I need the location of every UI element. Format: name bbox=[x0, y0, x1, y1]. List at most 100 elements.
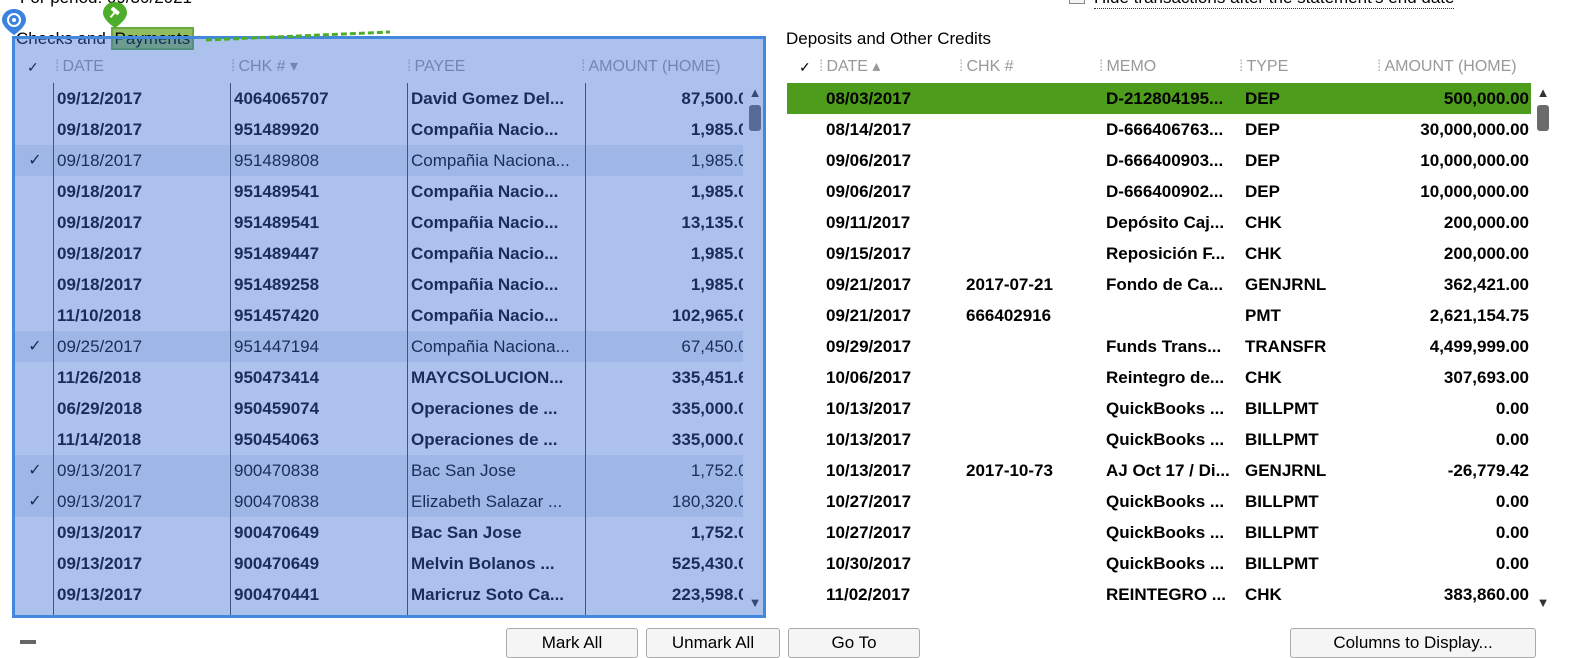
table-row[interactable]: 09/12/2017 4064065707 David Gomez Del... 87… bbox=[15, 83, 743, 114]
table-row[interactable]: 09/15/2017 Reposición F... CHK 200,000.00 bbox=[787, 238, 1531, 269]
table-row[interactable]: 09/06/2017 D-666400903... DEP 10,000,000.00 bbox=[787, 145, 1531, 176]
row-check-mark[interactable] bbox=[793, 300, 819, 331]
table-row[interactable]: 11/02/2017 REINTEGRO ... CHK 383,860.00 bbox=[787, 579, 1531, 610]
chk-column-header[interactable]: ⁞ CHK # bbox=[959, 52, 1014, 82]
row-check-mark[interactable] bbox=[793, 486, 819, 517]
table-row[interactable]: 10/27/2017 QuickBooks ... BILLPMT 0.00 bbox=[787, 486, 1531, 517]
check-column-header[interactable]: ✓ bbox=[799, 52, 811, 82]
table-row[interactable]: 09/18/2017 951489258 Compañia Nacio... 1,98… bbox=[15, 269, 743, 300]
scroll-up-icon[interactable]: ▲ bbox=[1535, 85, 1551, 101]
scroll-up-icon[interactable]: ▲ bbox=[747, 85, 763, 101]
date-column-header[interactable]: ⁞ DATE bbox=[55, 52, 104, 82]
table-row[interactable]: 10/30/2017 QuickBooks ... BILLPMT 0.00 bbox=[787, 548, 1531, 579]
row-chk-number: 2017-10-73 bbox=[966, 461, 1053, 480]
row-check-mark[interactable]: ✓ bbox=[21, 486, 49, 517]
table-row[interactable]: 11/14/2018 950454063 Operaciones de ... 335… bbox=[15, 424, 743, 455]
table-row[interactable]: 10/06/2017 Reintegro de... CHK 307,693.00 bbox=[787, 362, 1531, 393]
row-check-mark[interactable] bbox=[793, 114, 819, 145]
row-check-mark[interactable]: ✓ bbox=[21, 145, 49, 176]
row-check-mark[interactable] bbox=[793, 269, 819, 300]
row-check-mark[interactable] bbox=[21, 114, 49, 145]
table-row[interactable]: ✓ 09/18/2017 951489808 Compañia Naciona... 1… bbox=[15, 145, 743, 176]
row-check-mark[interactable] bbox=[21, 176, 49, 207]
table-row[interactable]: 09/18/2017 951489920 Compañia Nacio... 1,98… bbox=[15, 114, 743, 145]
table-row[interactable]: 09/21/2017 2017-07-21 Fondo de Ca... GENJRN… bbox=[787, 269, 1531, 300]
row-check-mark[interactable] bbox=[793, 207, 819, 238]
row-check-mark[interactable] bbox=[21, 424, 49, 455]
table-row[interactable]: 09/21/2017 666402916 PMT 2,621,154.75 bbox=[787, 300, 1531, 331]
row-chk-number: 951457420 bbox=[234, 306, 320, 325]
row-check-mark[interactable] bbox=[21, 207, 49, 238]
mark-all-button[interactable]: Mark All bbox=[506, 628, 638, 658]
row-check-mark[interactable] bbox=[21, 238, 49, 269]
table-row[interactable]: 09/18/2017 951489541 Compañia Nacio... 13,1… bbox=[15, 207, 743, 238]
row-check-mark[interactable] bbox=[793, 362, 819, 393]
row-check-mark[interactable] bbox=[793, 145, 819, 176]
scroll-down-icon[interactable]: ▼ bbox=[747, 595, 763, 611]
table-row[interactable]: 10/13/2017 QuickBooks ... BILLPMT 0.00 bbox=[787, 424, 1531, 455]
table-row[interactable]: 08/14/2017 D-666406763... DEP 30,000,000.00 bbox=[787, 114, 1531, 145]
table-row[interactable]: 09/13/2017 900470441 Maricruz Soto Ca... 22… bbox=[15, 579, 743, 610]
payee-column-header[interactable]: ⁞ PAYEE bbox=[407, 52, 465, 82]
hide-transactions-label[interactable]: Hide transactions after the statement's … bbox=[1094, 0, 1455, 9]
row-check-mark[interactable] bbox=[21, 393, 49, 424]
columns-to-display-button[interactable]: Columns to Display... bbox=[1290, 628, 1536, 658]
table-row[interactable]: 11/10/2018 951457420 Compañia Nacio... 102,… bbox=[15, 300, 743, 331]
table-row[interactable]: ✓ 09/13/2017 900470838 Elizabeth Salazar ..… bbox=[15, 486, 743, 517]
row-memo: D-666406763... bbox=[1106, 120, 1224, 139]
table-row[interactable]: 08/03/2017 D-212804195... DEP 500,000.00 bbox=[787, 83, 1531, 114]
scroll-thumb[interactable] bbox=[1537, 105, 1549, 131]
table-row[interactable]: ✓ 09/25/2017 951447194 Compañia Naciona... 6… bbox=[15, 331, 743, 362]
table-row[interactable]: 10/27/2017 QuickBooks ... BILLPMT 0.00 bbox=[787, 517, 1531, 548]
checks-scrollbar[interactable]: ▲ ▼ bbox=[745, 83, 765, 615]
row-check-mark[interactable] bbox=[793, 517, 819, 548]
amount-column-header[interactable]: ⁞ AMOUNT (HOME) bbox=[1377, 52, 1517, 82]
row-date: 10/13/2017 bbox=[826, 430, 912, 449]
row-memo: D-666400902... bbox=[1106, 182, 1224, 201]
deposits-scrollbar[interactable]: ▲ ▼ bbox=[1533, 83, 1553, 615]
row-check-mark[interactable] bbox=[793, 548, 819, 579]
row-check-mark[interactable] bbox=[793, 579, 819, 610]
row-check-mark[interactable]: ✓ bbox=[21, 331, 49, 362]
amount-column-header[interactable]: ⁞ AMOUNT (HOME) bbox=[581, 52, 721, 82]
row-check-mark[interactable] bbox=[21, 579, 49, 610]
row-check-mark[interactable] bbox=[793, 424, 819, 455]
table-row[interactable]: 09/13/2017 900470649 Bac San Jose 1,752.00 bbox=[15, 517, 743, 548]
date-column-header[interactable]: ⁞ DATE ▴ bbox=[819, 52, 880, 82]
row-check-mark[interactable] bbox=[21, 517, 49, 548]
row-check-mark[interactable] bbox=[793, 455, 819, 486]
row-check-mark[interactable] bbox=[21, 548, 49, 579]
table-row[interactable]: ✓ 09/13/2017 900470838 Bac San Jose 1,752.00 bbox=[15, 455, 743, 486]
table-row[interactable]: 09/13/2017 900470649 Melvin Bolanos ... 525… bbox=[15, 548, 743, 579]
go-to-button[interactable]: Go To bbox=[788, 628, 920, 658]
row-check-mark[interactable] bbox=[793, 238, 819, 269]
memo-column-header[interactable]: ⁞ MEMO bbox=[1099, 52, 1156, 82]
chk-column-header[interactable]: ⁞ CHK # ▾ bbox=[231, 52, 298, 82]
row-date: 09/18/2017 bbox=[57, 213, 143, 232]
scroll-down-icon[interactable]: ▼ bbox=[1535, 595, 1551, 611]
row-check-mark[interactable] bbox=[21, 362, 49, 393]
row-check-mark[interactable]: ✓ bbox=[21, 455, 49, 486]
table-row[interactable]: 09/06/2017 D-666400902... DEP 10,000,000.00 bbox=[787, 176, 1531, 207]
hide-transactions-checkbox[interactable] bbox=[1069, 0, 1085, 4]
row-check-mark[interactable] bbox=[21, 83, 49, 114]
table-row[interactable]: 09/18/2017 951489447 Compañia Nacio... 1,98… bbox=[15, 238, 743, 269]
row-check-mark[interactable] bbox=[793, 83, 819, 114]
table-row[interactable]: 10/13/2017 2017-10-73 AJ Oct 17 / Di... GEN… bbox=[787, 455, 1531, 486]
type-column-header[interactable]: ⁞ TYPE bbox=[1239, 52, 1288, 82]
table-row[interactable]: 10/13/2017 QuickBooks ... BILLPMT 0.00 bbox=[787, 393, 1531, 424]
row-check-mark[interactable] bbox=[793, 176, 819, 207]
table-row[interactable]: 06/29/2018 950459074 Operaciones de ... 335… bbox=[15, 393, 743, 424]
scroll-thumb[interactable] bbox=[749, 105, 761, 131]
table-row[interactable]: 09/18/2017 951489541 Compañia Nacio... 1,98… bbox=[15, 176, 743, 207]
row-check-mark[interactable] bbox=[21, 269, 49, 300]
table-row[interactable]: 09/11/2017 Depósito Caj... CHK 200,000.00 bbox=[787, 207, 1531, 238]
table-row[interactable]: 11/26/2018 950473414 MAYCSOLUCION... 335,45… bbox=[15, 362, 743, 393]
check-column-header[interactable]: ✓ bbox=[27, 52, 39, 82]
unmark-all-button[interactable]: Unmark All bbox=[646, 628, 780, 658]
menu-icon[interactable] bbox=[20, 640, 36, 644]
table-row[interactable]: 09/29/2017 Funds Trans... TRANSFR 4,499,999… bbox=[787, 331, 1531, 362]
row-check-mark[interactable] bbox=[21, 300, 49, 331]
row-check-mark[interactable] bbox=[793, 331, 819, 362]
row-check-mark[interactable] bbox=[793, 393, 819, 424]
